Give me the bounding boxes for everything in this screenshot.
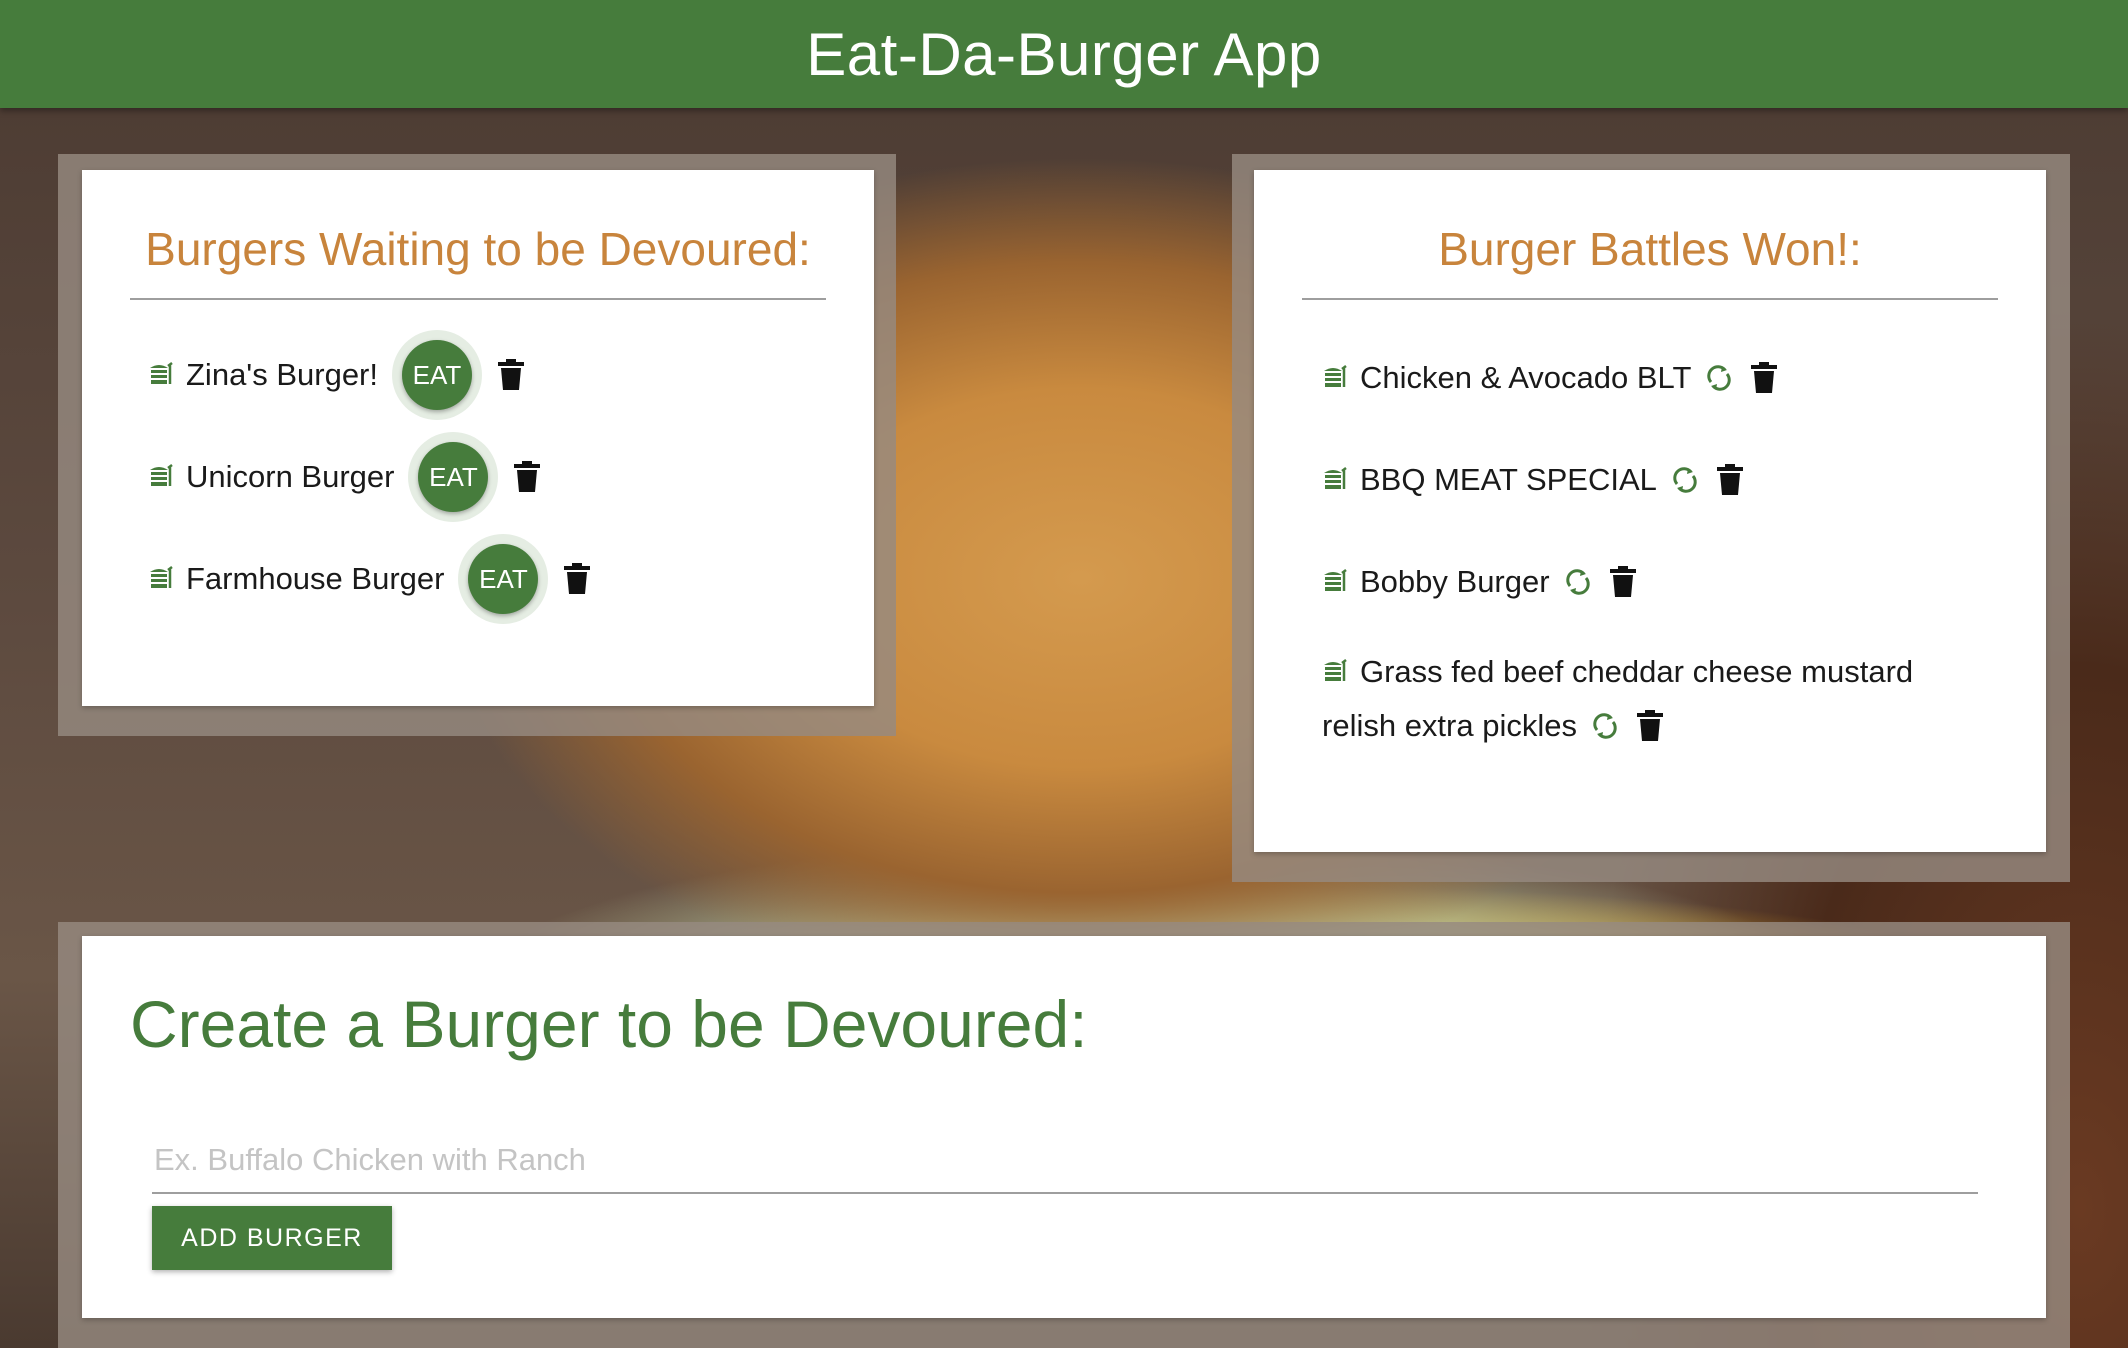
hamburger-icon	[150, 464, 173, 486]
won-item: BBQ MEAT SPECIAL	[1322, 460, 1743, 500]
burger-name-line2: relish extra pickles	[1322, 708, 1577, 743]
trash-icon[interactable]	[498, 359, 524, 391]
won-item: Chicken & Avocado BLT	[1322, 358, 1778, 398]
hamburger-icon	[150, 566, 173, 588]
burger-name-line1: Grass fed beef cheddar cheese mustard	[1360, 654, 1914, 689]
hamburger-icon	[1324, 467, 1347, 489]
trash-icon[interactable]	[1751, 362, 1778, 394]
won-item: Bobby Burger	[1322, 562, 1636, 602]
trash-icon[interactable]	[514, 461, 541, 493]
redo-icon[interactable]	[1703, 362, 1735, 394]
won-card-title: Burger Battles Won!:	[1302, 222, 1998, 300]
trash-icon[interactable]	[1636, 710, 1663, 742]
waiting-item: Zina's Burger! EAT	[148, 330, 524, 420]
burger-name: Bobby Burger	[1360, 564, 1550, 599]
hamburger-icon	[1324, 365, 1347, 387]
won-card: Burger Battles Won!: Chicken & Avocado B…	[1254, 170, 2046, 852]
eat-button[interactable]: EAT	[458, 534, 549, 624]
waiting-card: Burgers Waiting to be Devoured: Zina's B…	[82, 170, 874, 706]
burger-name: Zina's Burger!	[186, 357, 378, 392]
trash-icon[interactable]	[1716, 464, 1743, 496]
won-item-continued: relish extra pickles	[1322, 706, 1663, 746]
redo-icon[interactable]	[1589, 710, 1621, 742]
burger-name: Chicken & Avocado BLT	[1360, 360, 1692, 395]
trash-icon[interactable]	[564, 563, 591, 595]
burger-name: BBQ MEAT SPECIAL	[1360, 462, 1657, 497]
create-card-title: Create a Burger to be Devoured:	[130, 987, 1088, 1061]
add-burger-button[interactable]: ADD BURGER	[152, 1206, 392, 1270]
redo-icon[interactable]	[1669, 464, 1701, 496]
waiting-item: Unicorn Burger EAT	[148, 432, 541, 522]
burger-name-input[interactable]	[152, 1128, 1978, 1194]
eat-button[interactable]: EAT	[408, 432, 499, 522]
hamburger-icon	[1324, 659, 1347, 681]
app-title[interactable]: Eat-Da-Burger App	[806, 20, 1321, 89]
hamburger-icon	[150, 362, 173, 384]
hamburger-icon	[1324, 569, 1347, 591]
waiting-item: Farmhouse Burger EAT	[148, 534, 591, 624]
waiting-card-title: Burgers Waiting to be Devoured:	[130, 222, 826, 300]
burger-name: Farmhouse Burger	[186, 561, 445, 596]
create-card: Create a Burger to be Devoured: ADD BURG…	[82, 936, 2046, 1318]
top-navbar: Eat-Da-Burger App	[0, 0, 2128, 108]
burger-name: Unicorn Burger	[186, 459, 395, 494]
won-item: Grass fed beef cheddar cheese mustard	[1322, 652, 1913, 692]
eat-button[interactable]: EAT	[392, 330, 482, 420]
trash-icon[interactable]	[1609, 566, 1636, 598]
redo-icon[interactable]	[1562, 566, 1594, 598]
